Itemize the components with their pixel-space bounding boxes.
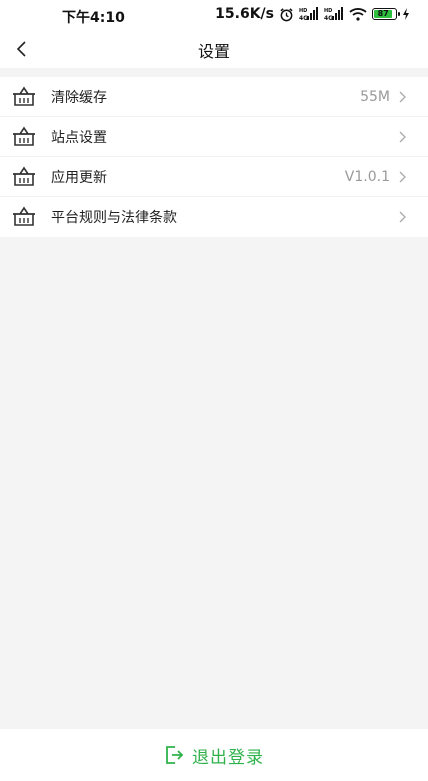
menu-item-app-update[interactable]: 应用更新 V1.0.1	[0, 157, 428, 197]
logout-button[interactable]: 退出登录	[0, 729, 428, 781]
cache-size-value: 55M	[360, 88, 390, 105]
wifi-icon	[349, 7, 367, 21]
status-bar: 下午4:10 15.6K/s HD 4G HD 4G 87	[0, 0, 428, 30]
svg-text:4G: 4G	[299, 15, 308, 21]
svg-text:HD: HD	[299, 8, 307, 14]
status-indicators: 15.6K/s HD 4G HD 4G 87	[215, 6, 410, 22]
page-title: 设置	[197, 42, 230, 61]
menu-item-platform-rules[interactable]: 平台规则与法律条款	[0, 197, 428, 237]
chevron-right-icon	[399, 211, 406, 223]
basket-icon	[13, 126, 35, 146]
status-time: 下午4:10	[62, 10, 125, 26]
menu-item-label: 应用更新	[51, 169, 107, 186]
app-version-value: V1.0.1	[344, 168, 390, 185]
chevron-right-icon	[399, 171, 406, 183]
settings-menu: 清除缓存 55M 站点设置 应用更新 V1.0.1 平台规则与法律条款	[0, 77, 428, 237]
settings-screen: 下午4:10 15.6K/s HD 4G HD 4G 87 设置 清除缓存 55…	[0, 0, 428, 781]
basket-icon	[13, 166, 35, 186]
alarm-icon	[279, 7, 294, 22]
menu-item-clear-cache[interactable]: 清除缓存 55M	[0, 77, 428, 117]
svg-text:HD: HD	[324, 8, 332, 14]
menu-item-label: 站点设置	[51, 129, 107, 146]
charging-icon	[402, 8, 410, 20]
chevron-right-icon	[399, 131, 406, 143]
svg-text:4G: 4G	[324, 15, 333, 21]
menu-item-label: 清除缓存	[51, 89, 107, 106]
signal-icon: HD 4G	[299, 7, 319, 21]
basket-icon	[13, 206, 35, 226]
signal-icon-2: HD 4G	[324, 7, 344, 21]
menu-item-site-settings[interactable]: 站点设置	[0, 117, 428, 157]
nav-bar: 设置	[0, 30, 428, 68]
battery-level: 87	[374, 10, 393, 18]
chevron-right-icon	[399, 91, 406, 103]
logout-icon	[166, 746, 184, 764]
menu-item-label: 平台规则与法律条款	[51, 210, 177, 226]
network-speed: 15.6K/s	[215, 6, 274, 22]
battery-icon: 87	[372, 8, 400, 20]
logout-label: 退出登录	[192, 747, 264, 768]
basket-icon	[13, 86, 35, 106]
